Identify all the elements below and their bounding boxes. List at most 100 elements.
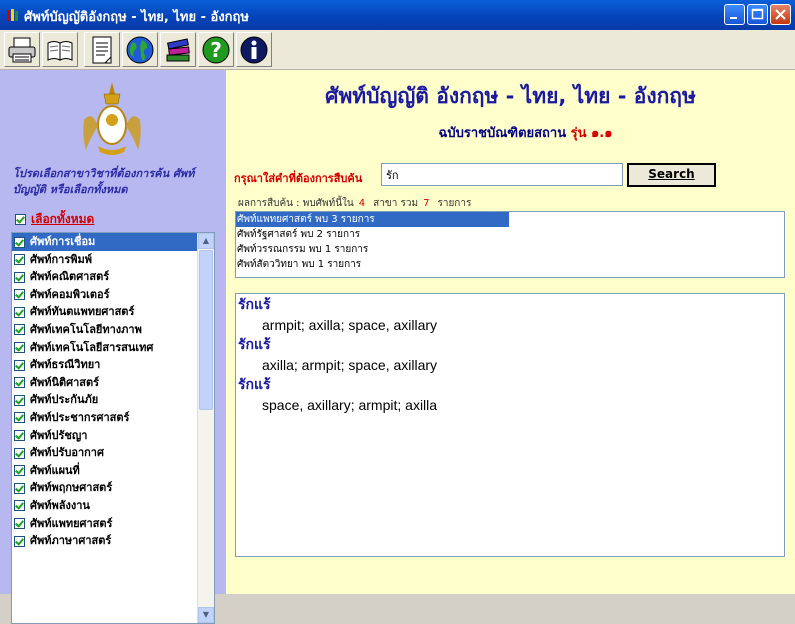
document-button[interactable] <box>84 32 120 67</box>
search-button[interactable]: Search <box>627 163 716 187</box>
print-button[interactable] <box>4 32 40 67</box>
result-suffix: รายการ <box>437 198 472 209</box>
title-bar[interactable]: ศัพท์บัญญัติอังกฤษ - ไทย, ไทย - อังกฤษ <box>0 0 795 30</box>
category-item[interactable]: ศัพท์คอมพิวเตอร์ <box>12 286 214 304</box>
definition-panel[interactable]: รักแร้ armpit; axilla; space, axillary ร… <box>235 293 785 557</box>
category-label: ศัพท์แผนที่ <box>30 463 80 477</box>
category-items: ศัพท์การเชื่อมศัพท์การพิมพ์ศัพท์คณิตศาสต… <box>12 233 214 550</box>
checkbox-checked-icon[interactable] <box>14 377 25 389</box>
checkbox-checked-icon[interactable] <box>14 289 25 301</box>
category-item[interactable]: ศัพท์ภาษาศาสตร์ <box>12 532 214 550</box>
category-label: ศัพท์การพิมพ์ <box>30 252 92 266</box>
category-item[interactable]: ศัพท์ธรณีวิทยา <box>12 356 214 374</box>
entry-meaning: axilla; armpit; space, axillary <box>262 357 438 373</box>
select-all-label[interactable]: เลือกทั้งหมด <box>31 212 94 226</box>
book-icon <box>47 41 73 61</box>
scroll-thumb[interactable] <box>199 250 213 410</box>
category-item[interactable]: ศัพท์ประชากรศาสตร์ <box>12 409 214 427</box>
sidebar: โปรดเลือกสาขาวิชาที่ต้องการค้น ศัพท์บัญญ… <box>0 70 226 624</box>
checkbox-checked-icon[interactable] <box>14 412 25 424</box>
entry-term: รักแร้ <box>238 297 271 313</box>
search-input[interactable] <box>381 163 623 186</box>
checkbox-checked-icon[interactable] <box>14 394 25 406</box>
category-item[interactable]: ศัพท์นิติศาสตร์ <box>12 374 214 392</box>
checkbox-checked-icon[interactable] <box>14 236 25 248</box>
checkbox-checked-icon[interactable] <box>14 342 25 354</box>
category-label: ศัพท์คณิตศาสตร์ <box>30 270 110 284</box>
info-icon <box>240 36 268 64</box>
category-item[interactable]: ศัพท์พลังงาน <box>12 497 214 515</box>
category-label: ศัพท์ปรับอากาศ <box>30 446 104 460</box>
checkbox-checked-icon[interactable] <box>14 500 25 512</box>
category-label: ศัพท์ภาษาศาสตร์ <box>30 534 112 548</box>
match-item[interactable]: ศัพท์วรรณกรรม พบ 1 รายการ <box>236 242 784 257</box>
checkbox-checked-icon[interactable] <box>14 518 25 529</box>
minimize-button[interactable] <box>724 4 745 25</box>
globe-icon <box>126 36 154 64</box>
scroll-down-button[interactable]: ▼ <box>198 607 214 623</box>
result-total-count: 7 <box>423 198 430 209</box>
close-button[interactable] <box>770 4 791 25</box>
books-stack-icon <box>166 38 190 62</box>
scroll-up-button[interactable]: ▲ <box>198 233 214 249</box>
result-prefix: ผลการสืบค้น : พบศัพท์นี้ใน <box>238 198 354 209</box>
category-label: ศัพท์คอมพิวเตอร์ <box>30 287 110 301</box>
edition-label: ฉบับราชบัณฑิตยสถาน <box>438 126 567 141</box>
category-item[interactable]: ศัพท์คณิตศาสตร์ <box>12 268 214 286</box>
category-label: ศัพท์ปรัชญา <box>30 428 88 442</box>
entry-term: รักแร้ <box>238 377 271 393</box>
result-field-count: 4 <box>358 198 366 209</box>
main-panel: ศัพท์บัญญัติ อังกฤษ - ไทย, ไทย - อังกฤษ … <box>226 70 795 594</box>
match-list[interactable]: ศัพท์แพทยศาสตร์ พบ 3 รายการ ศัพท์รัฐศาสต… <box>235 211 785 278</box>
checkbox-checked-icon[interactable] <box>14 324 25 336</box>
checkbox-checked-icon[interactable] <box>14 359 25 371</box>
category-item[interactable]: ศัพท์การเชื่อม <box>12 233 214 251</box>
checkbox-checked-icon[interactable] <box>14 465 25 477</box>
category-item[interactable]: ศัพท์การพิมพ์ <box>12 251 214 269</box>
category-item[interactable]: ศัพท์แพทยศาสตร์ <box>12 515 214 533</box>
match-item[interactable]: ศัพท์รัฐศาสตร์ พบ 2 รายการ <box>236 227 784 242</box>
library-button[interactable] <box>160 32 196 67</box>
category-item[interactable]: ศัพท์เทคโนโลยีทางภาพ <box>12 321 214 339</box>
edition-subtitle: ฉบับราชบัณฑิตยสถาน รุ่น ๑.๑ <box>226 122 795 143</box>
category-label: ศัพท์นิติศาสตร์ <box>30 375 100 389</box>
category-label: ศัพท์พฤกษศาสตร์ <box>30 481 113 495</box>
category-item[interactable]: ศัพท์ทันตแพทยศาสตร์ <box>12 303 214 321</box>
entry-meaning: armpit; axilla; space, axillary <box>262 317 438 333</box>
result-mid: สาขา รวม <box>373 198 419 209</box>
category-scrollbar[interactable]: ▲ ▼ <box>197 233 214 623</box>
category-item[interactable]: ศัพท์ปรับอากาศ <box>12 444 214 462</box>
category-item[interactable]: ศัพท์ประกันภัย <box>12 391 214 409</box>
version-label: รุ่น ๑.๑ <box>570 126 613 141</box>
window-title: ศัพท์บัญญัติอังกฤษ - ไทย, ไทย - อังกฤษ <box>24 10 249 25</box>
category-item[interactable]: ศัพท์พฤกษศาสตร์ <box>12 479 214 497</box>
category-label: ศัพท์ประชากรศาสตร์ <box>30 410 130 424</box>
category-label: ศัพท์ธรณีวิทยา <box>30 358 101 372</box>
select-all-checkbox[interactable]: เลือกทั้งหมด <box>15 210 94 229</box>
maximize-button[interactable] <box>747 4 768 25</box>
checkbox-checked-icon[interactable] <box>14 306 25 318</box>
match-item[interactable]: ศัพท์สัตววิทยา พบ 1 รายการ <box>236 257 784 272</box>
app-window: ศัพท์บัญญัติอังกฤษ - ไทย, ไทย - อังกฤษ ? <box>0 0 795 624</box>
checkbox-checked-icon[interactable] <box>14 271 25 283</box>
match-item[interactable]: ศัพท์แพทยศาสตร์ พบ 3 รายการ <box>236 212 509 227</box>
help-button[interactable]: ? <box>198 32 234 67</box>
category-label: ศัพท์เทคโนโลยีสารสนเทศ <box>30 340 154 354</box>
category-label: ศัพท์การเชื่อม <box>30 235 96 248</box>
category-label: ศัพท์เทคโนโลยีทางภาพ <box>30 322 142 336</box>
checkbox-checked-icon[interactable] <box>14 254 25 266</box>
category-item[interactable]: ศัพท์เทคโนโลยีสารสนเทศ <box>12 339 214 357</box>
category-label: ศัพท์ทันตแพทยศาสตร์ <box>30 305 135 319</box>
category-hint: โปรดเลือกสาขาวิชาที่ต้องการค้น ศัพท์บัญญ… <box>13 167 195 196</box>
category-item[interactable]: ศัพท์ปรัชญา <box>12 427 214 445</box>
checkbox-checked-icon[interactable] <box>14 430 25 442</box>
checkbox-checked-icon[interactable] <box>14 535 25 547</box>
category-item[interactable]: ศัพท์แผนที่ <box>12 462 214 480</box>
dictionary-button[interactable] <box>42 32 78 67</box>
svg-text:?: ? <box>210 38 222 62</box>
checkbox-checked-icon[interactable] <box>14 482 25 494</box>
category-list[interactable]: ศัพท์การเชื่อมศัพท์การพิมพ์ศัพท์คณิตศาสต… <box>11 232 215 624</box>
checkbox-checked-icon[interactable] <box>14 447 25 459</box>
about-button[interactable] <box>236 32 272 67</box>
web-button[interactable] <box>122 32 158 67</box>
